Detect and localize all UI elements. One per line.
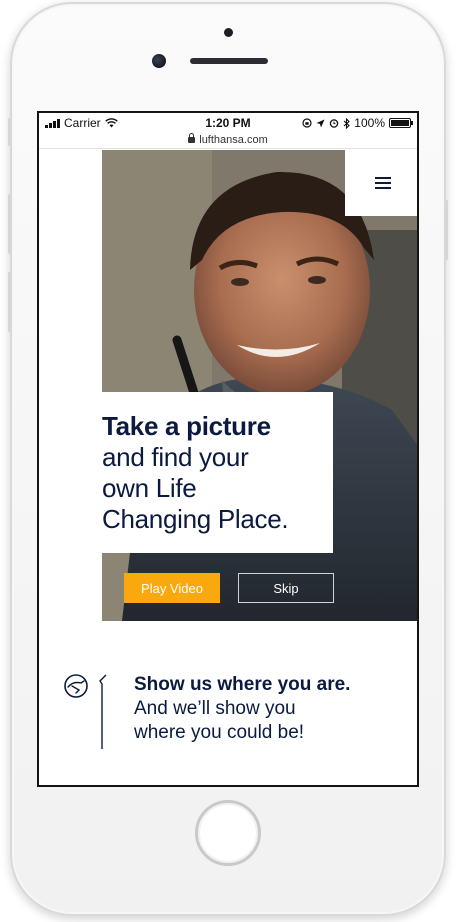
home-button[interactable] (195, 800, 261, 866)
alarm-icon (330, 119, 339, 128)
headline-line-1: and find your (102, 442, 249, 472)
status-right: 100% (271, 116, 413, 130)
section-divider-line (99, 674, 107, 749)
status-bar: Carrier 1:20 PM 100% (39, 113, 417, 133)
volume-down-button (8, 272, 11, 332)
section-subtitle-line-1: And we’ll show you (134, 698, 296, 719)
front-camera (152, 54, 166, 68)
skip-button[interactable]: Skip (238, 573, 334, 603)
section-subtitle-line-2: where you could be! (134, 722, 305, 743)
section-title: Show us where you are. (134, 674, 351, 695)
lock-icon (188, 133, 196, 144)
proximity-sensor (224, 28, 233, 37)
phone-screen: Carrier 1:20 PM 100% lufthansa.com Take … (37, 111, 419, 787)
bluetooth-icon (343, 117, 351, 129)
url-text: lufthansa.com (199, 134, 268, 146)
headline-card: Take a picture and find your own Life Ch… (102, 392, 333, 553)
address-bar[interactable]: lufthansa.com (39, 131, 417, 149)
earpiece-speaker (190, 58, 268, 64)
carrier-label: Carrier (64, 116, 101, 130)
section-intro: Show us where you are. And we’ll show yo… (134, 673, 414, 745)
play-video-button[interactable]: Play Video (124, 573, 220, 603)
status-left: Carrier (45, 116, 185, 130)
hamburger-menu-icon (375, 177, 391, 189)
clock: 1:20 PM (205, 116, 251, 130)
power-button (445, 200, 448, 260)
headline-line-2: own Life (102, 473, 197, 503)
lufthansa-crane-icon (64, 674, 88, 698)
signal-icon (45, 118, 60, 128)
battery-percent: 100% (354, 116, 385, 130)
menu-button[interactable] (345, 150, 417, 216)
mute-switch (8, 118, 11, 146)
headline-bold: Take a picture (102, 411, 271, 441)
wifi-icon (104, 118, 118, 128)
location-icon (316, 119, 325, 127)
headline-line-3: Changing Place. (102, 504, 289, 534)
volume-up-button (8, 194, 11, 254)
rotation-lock-icon (302, 118, 312, 128)
battery-icon (389, 118, 413, 128)
